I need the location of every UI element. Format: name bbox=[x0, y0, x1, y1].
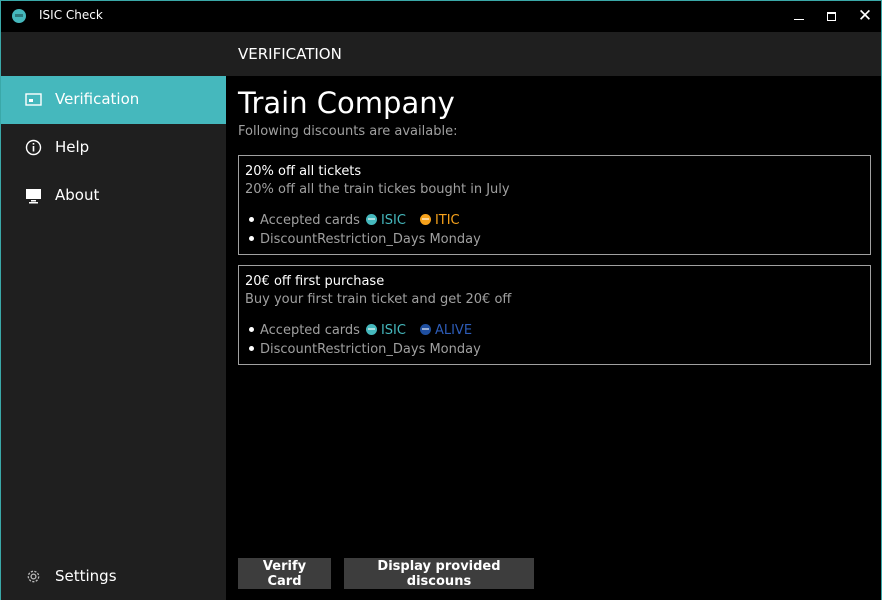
verify-card-button[interactable]: Verify Card bbox=[238, 558, 331, 589]
bullet-icon bbox=[249, 345, 254, 351]
title-bar: ISIC Check ✕ bbox=[1, 1, 881, 32]
sidebar-item-label: Verification bbox=[55, 90, 140, 108]
sidebar-item-about[interactable]: About bbox=[1, 172, 226, 220]
isic-logo-icon bbox=[365, 214, 377, 225]
restriction-text: DiscountRestriction_Days Monday bbox=[260, 232, 481, 247]
discount-description: 20% off all the train tickes bought in J… bbox=[245, 182, 510, 197]
itic-logo-icon bbox=[419, 214, 431, 225]
card-icon bbox=[25, 93, 42, 106]
restriction-text: DiscountRestriction_Days Monday bbox=[260, 342, 481, 357]
info-icon bbox=[25, 139, 42, 156]
close-icon[interactable]: ✕ bbox=[853, 5, 877, 27]
discount-card: 20€ off first purchase Buy your first tr… bbox=[238, 265, 871, 365]
accepted-cards-row: Accepted cards ISIC ALIVE bbox=[249, 323, 472, 338]
settings-label: Settings bbox=[55, 567, 117, 585]
monitor-icon bbox=[26, 189, 41, 204]
bullet-icon bbox=[249, 216, 254, 222]
discount-description: Buy your first train ticket and get 20€ … bbox=[245, 292, 512, 307]
discount-title: 20€ off first purchase bbox=[245, 274, 385, 289]
app-title: ISIC Check bbox=[39, 8, 103, 22]
gear-icon bbox=[27, 570, 40, 583]
sidebar-item-label: About bbox=[55, 186, 100, 204]
company-name: Train Company bbox=[238, 86, 455, 120]
bullet-icon bbox=[249, 326, 254, 332]
maximize-icon[interactable] bbox=[819, 5, 843, 27]
card-type-isic: ISIC bbox=[380, 213, 406, 228]
discounts-subtitle: Following discounts are available: bbox=[238, 124, 458, 139]
sidebar-item-help[interactable]: Help bbox=[1, 124, 226, 172]
sidebar-item-verification[interactable]: Verification bbox=[1, 76, 226, 124]
isic-logo-icon bbox=[365, 324, 377, 335]
sidebar-item-label: Help bbox=[55, 138, 90, 156]
restriction-row: DiscountRestriction_Days Monday bbox=[249, 232, 481, 247]
card-type-isic: ISIC bbox=[380, 323, 406, 338]
sidebar-item-settings[interactable]: Settings bbox=[1, 553, 226, 600]
app-window: ISIC Check ✕ Verification Help About Set… bbox=[0, 0, 882, 600]
main-content: Train Company Following discounts are av… bbox=[226, 76, 881, 600]
app-logo-icon bbox=[12, 9, 26, 23]
card-type-alive: ALIVE bbox=[434, 323, 473, 338]
discount-title: 20% off all tickets bbox=[245, 164, 362, 179]
accepted-cards-label: Accepted cards bbox=[260, 323, 360, 338]
alive-logo-icon bbox=[419, 324, 431, 335]
page-title: VERIFICATION bbox=[238, 45, 342, 63]
page-header: VERIFICATION bbox=[226, 32, 881, 76]
sidebar: Verification Help About Settings bbox=[1, 32, 226, 600]
bullet-icon bbox=[249, 235, 254, 241]
restriction-row: DiscountRestriction_Days Monday bbox=[249, 342, 481, 357]
discount-card: 20% off all tickets 20% off all the trai… bbox=[238, 155, 871, 255]
display-discounts-button[interactable]: Display provided discouns bbox=[344, 558, 534, 589]
card-type-itic: ITIC bbox=[434, 213, 460, 228]
minimize-icon[interactable] bbox=[787, 5, 811, 27]
accepted-cards-row: Accepted cards ISIC ITIC bbox=[249, 213, 460, 228]
accepted-cards-label: Accepted cards bbox=[260, 213, 360, 228]
